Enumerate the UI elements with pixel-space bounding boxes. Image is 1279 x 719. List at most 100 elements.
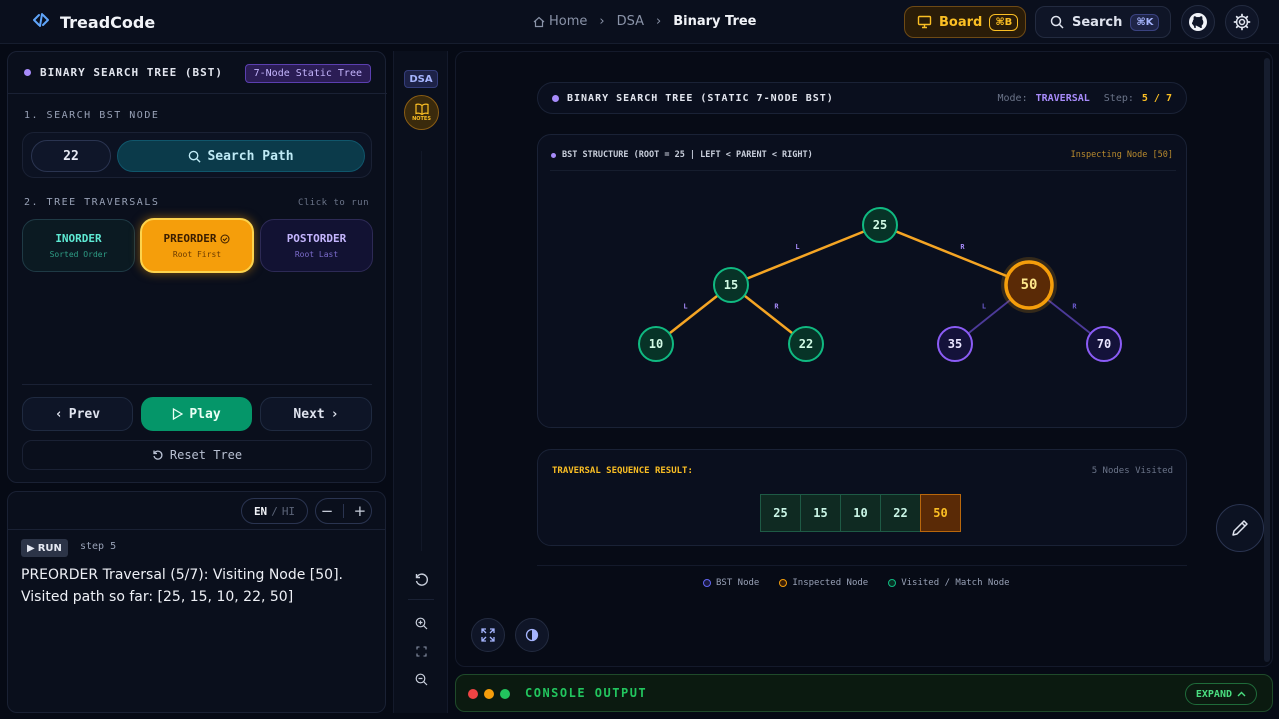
search-row: 22 Search Path [22, 132, 372, 178]
legend-inspected: Inspected Node [779, 578, 868, 588]
tree-type-badge: 7-Node Static Tree [244, 64, 371, 83]
window-dot-green [500, 689, 510, 699]
gear-icon [1233, 13, 1251, 31]
reset-label: Reset Tree [169, 448, 243, 462]
inorder-label: INORDER [55, 232, 102, 245]
mode-label: Mode: [997, 92, 1028, 104]
chevron-up-icon [1237, 691, 1246, 697]
postorder-label: POSTORDER [286, 232, 347, 245]
inorder-sub: Sorted Order [49, 250, 108, 259]
traversal-hint: Click to run [297, 198, 369, 208]
settings-button[interactable] [1225, 5, 1259, 39]
next-label: Next [293, 406, 325, 422]
preorder-button[interactable]: PREORDER Root First [140, 218, 254, 273]
divider [342, 504, 344, 518]
preorder-sub: Root First [172, 250, 222, 259]
tree-card: BST STRUCTURE (ROOT = 25 | LEFT < PARENT… [537, 134, 1187, 428]
rotate-icon [415, 572, 428, 586]
search-path-button[interactable]: Search Path [117, 140, 365, 172]
zoom-out-icon [415, 673, 427, 685]
sequence-cell: 10 [840, 494, 881, 532]
github-button[interactable] [1181, 5, 1215, 39]
edge-label: R [1072, 303, 1077, 311]
presentation-icon [917, 15, 932, 29]
fullscreen-button[interactable] [471, 618, 505, 652]
mode-value: TRAVERSAL [1035, 92, 1090, 104]
fit-view-button[interactable] [408, 638, 434, 664]
node-value: 35 [948, 337, 962, 351]
preorder-label: PREORDER [163, 232, 217, 245]
panel-title: BINARY SEARCH TREE (BST) [40, 66, 223, 79]
increase-font-button[interactable]: + [354, 502, 367, 520]
search-label: Search [1072, 14, 1123, 30]
search-button[interactable]: Search ⌘K [1035, 6, 1171, 38]
search-path-label: Search Path [207, 148, 294, 164]
zoom-out-button[interactable] [408, 666, 434, 692]
zoom-in-button[interactable] [408, 610, 434, 636]
legend-bst: BST Node [703, 578, 759, 588]
home-icon [533, 16, 545, 27]
play-button[interactable]: Play [141, 397, 252, 431]
decrease-font-button[interactable]: − [321, 502, 334, 520]
node-value: 25 [873, 218, 887, 232]
control-panel: BINARY SEARCH TREE (BST) 7-Node Static T… [7, 51, 387, 483]
window-dot-red [468, 689, 478, 699]
panel-header: BINARY SEARCH TREE (BST) 7-Node Static T… [8, 52, 387, 94]
legend-visited: Visited / Match Node [888, 578, 1010, 588]
divider [408, 599, 434, 600]
chevron-right-icon: › [599, 14, 605, 29]
breadcrumb-section[interactable]: DSA [617, 14, 644, 29]
scrollbar[interactable] [1264, 58, 1270, 662]
edge-label: R [774, 303, 779, 311]
lang-separator: / [271, 504, 278, 518]
expand-console-button[interactable]: EXPAND [1184, 683, 1257, 705]
notes-button[interactable]: NOTES [404, 95, 439, 130]
board-label: Board [939, 14, 983, 30]
font-size-control: − + [315, 498, 372, 524]
draw-button[interactable] [1216, 504, 1264, 552]
step-indicator: step 5 [80, 541, 117, 552]
node-value: 10 [649, 337, 663, 351]
search-shortcut: ⌘K [1130, 13, 1160, 31]
search-value-input[interactable]: 22 [31, 140, 111, 172]
traversal-section-label: 2. TREE TRAVERSALS [24, 197, 160, 208]
brand-name: TreadCode [60, 12, 156, 32]
language-toggle[interactable]: EN / HI [241, 498, 308, 524]
postorder-button[interactable]: POSTORDER Root Last [260, 219, 373, 272]
console-bar[interactable]: CONSOLE OUTPUT EXPAND [455, 674, 1273, 712]
dsa-badge[interactable]: DSA [404, 70, 438, 88]
prev-button[interactable]: ‹ Prev [22, 397, 133, 431]
sequence-cell: 25 [760, 494, 801, 532]
brand[interactable]: TreadCode [30, 11, 155, 33]
result-title: TRAVERSAL SEQUENCE RESULT: [552, 466, 693, 476]
lang-hi[interactable]: HI [282, 505, 295, 518]
next-button[interactable]: Next › [260, 397, 372, 431]
board-button[interactable]: Board ⌘B [904, 6, 1026, 38]
node-value: 50 [1021, 277, 1038, 293]
search-icon [189, 150, 202, 163]
expand-icon [481, 628, 495, 642]
search-icon [1050, 15, 1064, 29]
rotate-button[interactable] [408, 566, 434, 592]
visualizer-title: BINARY SEARCH TREE (STATIC 7-NODE BST) [567, 92, 834, 104]
run-badge: ▶ RUN [21, 539, 68, 557]
top-bar: TreadCode Home › DSA › Binary Tree Board… [0, 0, 1279, 44]
breadcrumb-home[interactable]: Home [533, 14, 587, 29]
reset-icon [153, 450, 163, 460]
visualizer-canvas: BINARY SEARCH TREE (STATIC 7-NODE BST) M… [455, 51, 1273, 667]
board-shortcut: ⌘B [989, 13, 1019, 31]
sequence-cell-current: 50 [920, 494, 961, 532]
console-title: CONSOLE OUTPUT [525, 686, 648, 700]
prev-label: Prev [68, 406, 101, 422]
logo-icon [30, 11, 52, 33]
check-circle-icon [220, 234, 230, 243]
lang-en[interactable]: EN [254, 505, 267, 518]
legend-inspected-dot [779, 579, 788, 587]
side-rail: DSA NOTES [393, 51, 448, 713]
inorder-button[interactable]: INORDER Sorted Order [22, 219, 135, 272]
pencil-icon [1232, 520, 1248, 536]
breadcrumb: Home › DSA › Binary Tree [533, 14, 757, 29]
theme-toggle-button[interactable] [515, 618, 549, 652]
reset-tree-button[interactable]: Reset Tree [22, 440, 372, 470]
chevron-right-icon: › [656, 14, 662, 29]
